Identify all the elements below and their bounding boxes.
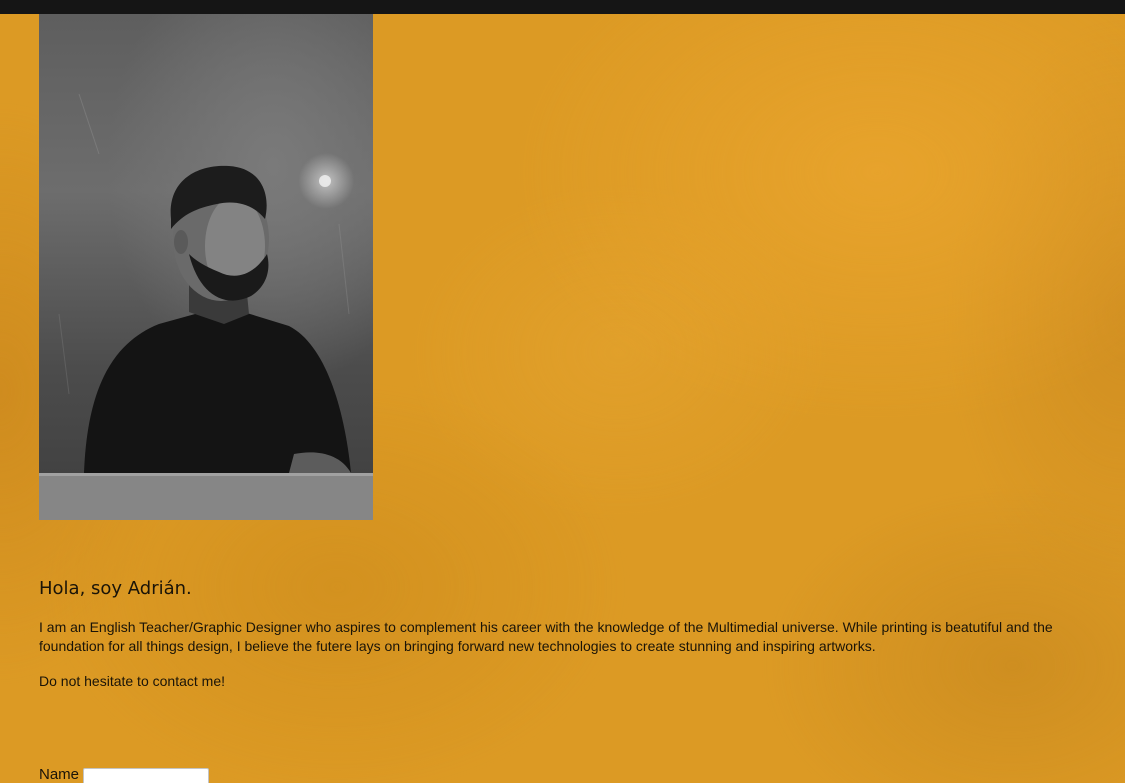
name-label: Name	[39, 766, 80, 783]
bio-paragraph: I am an English Teacher/Graphic Designer…	[39, 619, 1053, 654]
contact-invitation: Do not hesitate to contact me!	[39, 673, 225, 689]
name-input[interactable]	[83, 768, 210, 783]
portrait-illustration	[39, 93, 373, 520]
top-bar	[0, 0, 1125, 14]
profile-photo	[39, 14, 373, 520]
page-heading: Hola, soy Adrián.	[39, 578, 192, 599]
name-field-row: Name	[39, 766, 210, 783]
